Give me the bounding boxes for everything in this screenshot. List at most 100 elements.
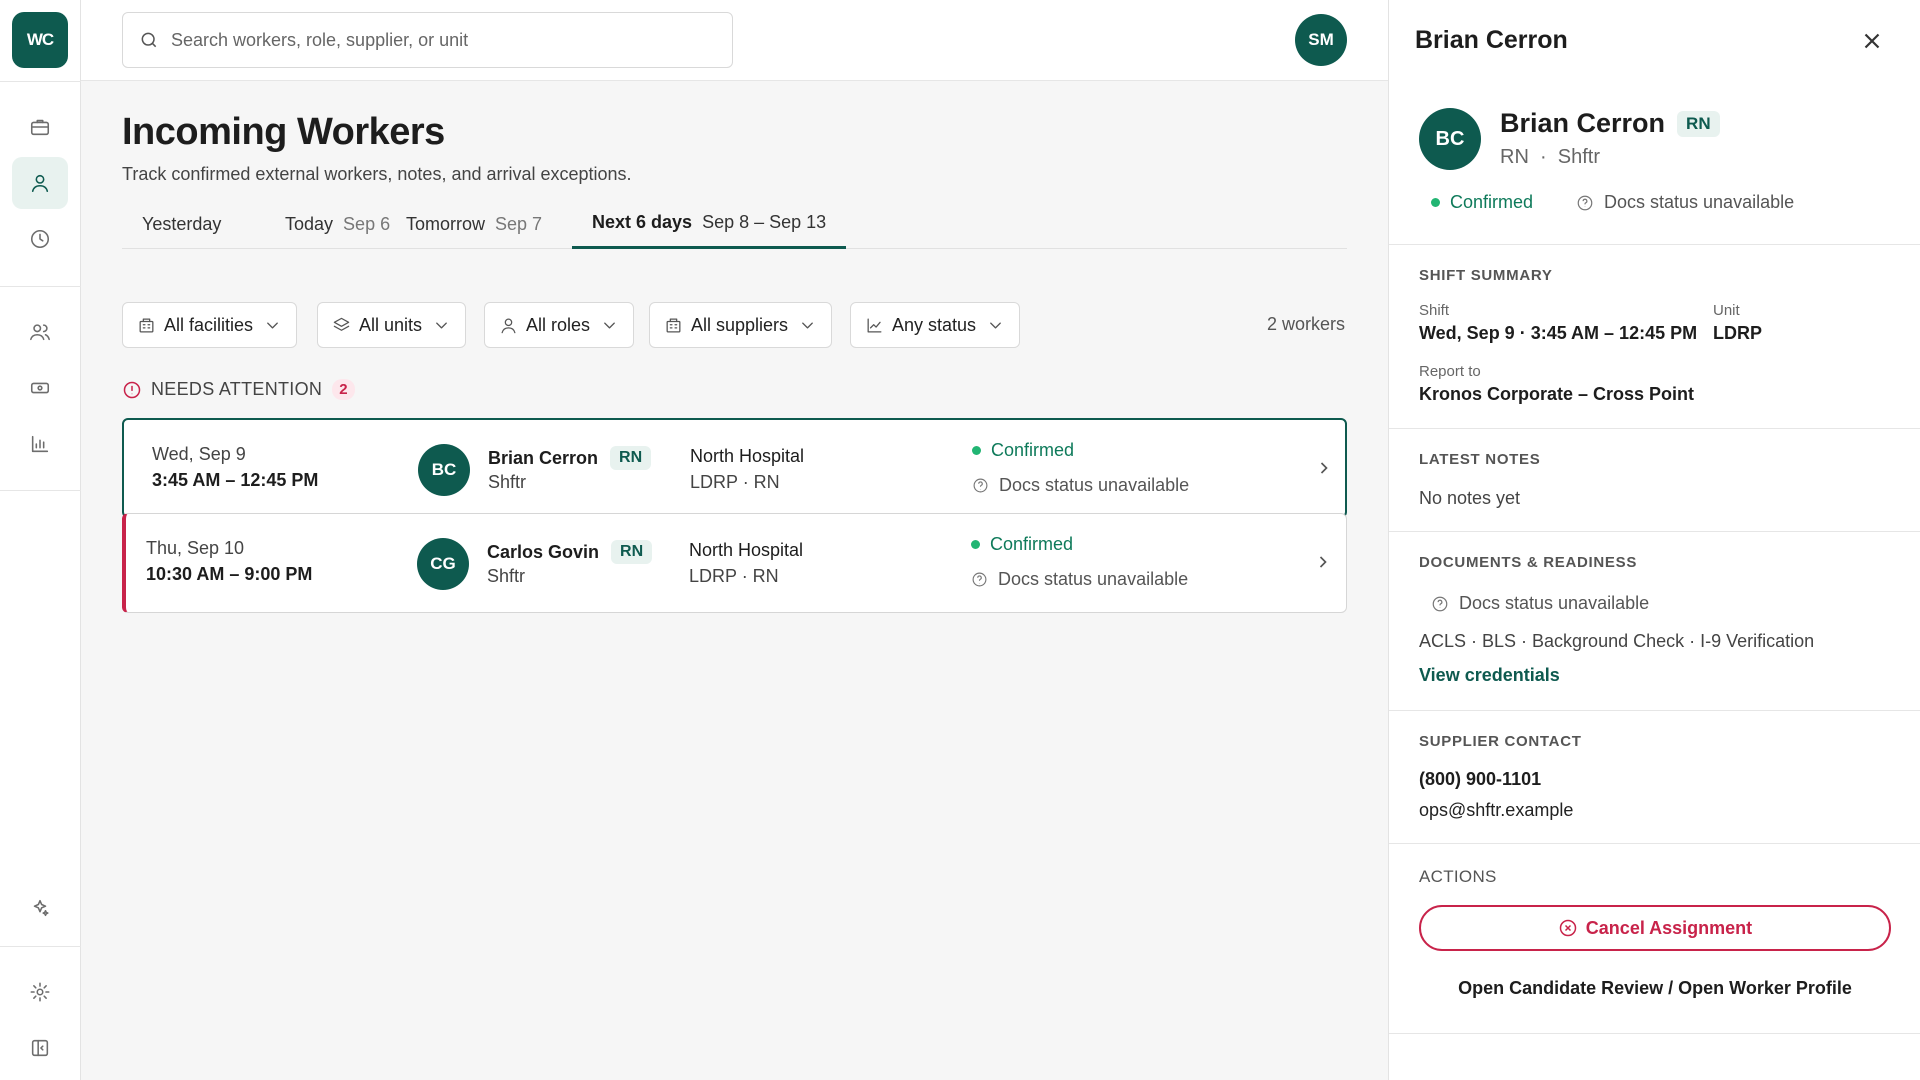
chevron-right-icon	[1319, 556, 1327, 568]
app-logo[interactable]: WC	[12, 12, 68, 68]
filter-label: All facilities	[164, 314, 254, 335]
search-input[interactable]	[171, 29, 711, 51]
worker-name: Brian Cerron	[1500, 108, 1666, 138]
shift-value: Wed, Sep 9 · 3:45 AM – 12:45 PM	[1419, 323, 1698, 343]
notes-empty-text: No notes yet	[1419, 488, 1521, 508]
worker-unit: LDRP · RN	[690, 472, 780, 492]
help-circle-icon	[973, 478, 988, 493]
shift-time: 3:45 AM – 12:45 PM	[152, 470, 319, 490]
cancel-assignment-button[interactable]: Cancel Assignment	[1419, 905, 1891, 951]
worker-supplier: Shftr	[487, 566, 526, 586]
status-filter[interactable]: Any status	[850, 302, 1021, 348]
rail-reports-button[interactable]	[12, 418, 68, 470]
facilities-filter[interactable]: All facilities	[122, 302, 298, 348]
close-icon[interactable]	[1859, 28, 1885, 54]
worker-name-row: Carlos Govin RN	[487, 540, 653, 564]
page-title: Incoming Workers	[122, 111, 445, 153]
needs-attention-label: NEEDS ATTENTION	[151, 379, 323, 399]
rail-billing-button[interactable]	[12, 362, 68, 414]
view-credentials-link[interactable]: View credentials	[1419, 665, 1560, 686]
role-badge: RN	[610, 446, 652, 470]
sidebar-toggle-icon	[31, 1039, 49, 1057]
suppliers-filter[interactable]: All suppliers	[649, 302, 833, 348]
docs-status-label: Docs status unavailable	[1604, 192, 1795, 212]
bar-chart-icon	[31, 435, 49, 453]
filter-label: Any status	[892, 314, 977, 335]
status-confirmed: Confirmed	[972, 440, 1074, 461]
shift-time: 10:30 AM – 9:00 PM	[146, 564, 313, 584]
worker-facility: North Hospital	[689, 540, 804, 560]
rail-divider	[0, 286, 81, 287]
gear-icon	[30, 982, 50, 1002]
tab-yesterday[interactable]: Yesterday	[122, 199, 241, 249]
rail-history-button[interactable]	[12, 213, 68, 265]
help-circle-icon	[1432, 596, 1448, 611]
rail-workers-button[interactable]	[12, 157, 68, 209]
worker-card[interactable]: Thu, Sep 10 10:30 AM – 9:00 PM CG Carlos…	[122, 513, 1347, 613]
section-divider	[1389, 843, 1920, 844]
chevron-down-icon	[604, 321, 615, 329]
money-icon	[30, 382, 50, 394]
date-tabs: Yesterday Today Sep 6 Tomorrow Sep 7 Nex…	[122, 199, 1347, 249]
worker-facility: North Hospital	[690, 446, 805, 466]
role-badge: RN	[1677, 110, 1720, 137]
rail-ai-button[interactable]	[12, 882, 68, 934]
rail-briefcase-button[interactable]	[12, 101, 68, 153]
trend-chart-icon	[867, 318, 882, 332]
status-label: Confirmed	[990, 534, 1074, 554]
status-dot	[971, 540, 980, 549]
sparkles-icon	[33, 899, 49, 917]
worker-role-supplier: RN · Shftr	[1500, 146, 1601, 168]
search-icon	[141, 32, 157, 48]
rail-divider	[0, 490, 81, 491]
status-dot	[1431, 198, 1440, 207]
credentials-list: ACLS · BLS · Background Check · I-9 Veri…	[1419, 631, 1815, 651]
section-divider	[1389, 244, 1920, 245]
page-subtitle: Track confirmed external workers, notes,…	[122, 164, 632, 184]
left-rail: WC	[0, 0, 81, 1080]
units-filter[interactable]: All units	[317, 302, 467, 348]
filter-label: All units	[359, 314, 423, 335]
needs-attention-header: NEEDS ATTENTION 2	[122, 379, 355, 400]
rail-collapse-button[interactable]	[12, 1022, 68, 1074]
worker-supplier: Shftr	[488, 472, 527, 492]
roles-filter[interactable]: All roles	[484, 302, 635, 348]
worker-detail-panel: Brian Cerron BC Brian Cerron RN RN · Shf…	[1388, 0, 1920, 1080]
section-divider	[1389, 1033, 1920, 1034]
users-icon	[30, 324, 50, 341]
documents-heading: DOCUMENTS & READINESS	[1419, 554, 1638, 571]
main-content: Incoming Workers Track confirmed externa…	[81, 81, 1388, 1080]
tab-next-6-days[interactable]: Next 6 days Sep 8 – Sep 13	[572, 199, 847, 249]
tab-label: Today	[285, 213, 334, 234]
supplier-email[interactable]: ops@shftr.example	[1419, 800, 1573, 821]
chevron-down-icon	[990, 321, 1001, 329]
rail-divider	[0, 81, 81, 82]
tab-label: Tomorrow	[406, 213, 486, 234]
needs-attention-count: 2	[332, 379, 355, 400]
open-review-profile-link[interactable]: Open Candidate Review / Open Worker Prof…	[1419, 978, 1891, 999]
docs-status: Docs status unavailable	[972, 475, 1189, 496]
user-avatar[interactable]: SM	[1295, 14, 1347, 66]
panel-title: Brian Cerron	[1415, 26, 1568, 54]
worker-unit: LDRP · RN	[689, 566, 779, 586]
building-icon	[139, 318, 154, 332]
tab-label: Yesterday	[142, 213, 222, 234]
docs-status: Docs status unavailable	[1431, 593, 1649, 614]
tab-label: Next 6 days	[592, 212, 693, 232]
worker-avatar: CG	[417, 538, 469, 590]
shift-date: Wed, Sep 9	[152, 444, 246, 464]
tab-tomorrow[interactable]: Tomorrow Sep 7	[386, 199, 562, 249]
search-box[interactable]	[122, 12, 733, 68]
worker-avatar: BC	[1419, 108, 1481, 170]
worker-card[interactable]: Wed, Sep 9 3:45 AM – 12:45 PM BC Brian C…	[122, 418, 1347, 518]
unit-label: Unit	[1713, 302, 1740, 319]
supplier-phone[interactable]: (800) 900-1101	[1419, 769, 1541, 790]
status-dot	[972, 446, 981, 455]
rail-settings-button[interactable]	[12, 966, 68, 1018]
briefcase-icon	[30, 119, 50, 136]
rail-team-button[interactable]	[12, 306, 68, 358]
shift-summary-heading: SHIFT SUMMARY	[1419, 267, 1553, 284]
latest-notes-heading: LATEST NOTES	[1419, 451, 1541, 468]
tab-date: Sep 7	[495, 213, 543, 234]
cancel-assignment-label: Cancel Assignment	[1585, 917, 1753, 938]
